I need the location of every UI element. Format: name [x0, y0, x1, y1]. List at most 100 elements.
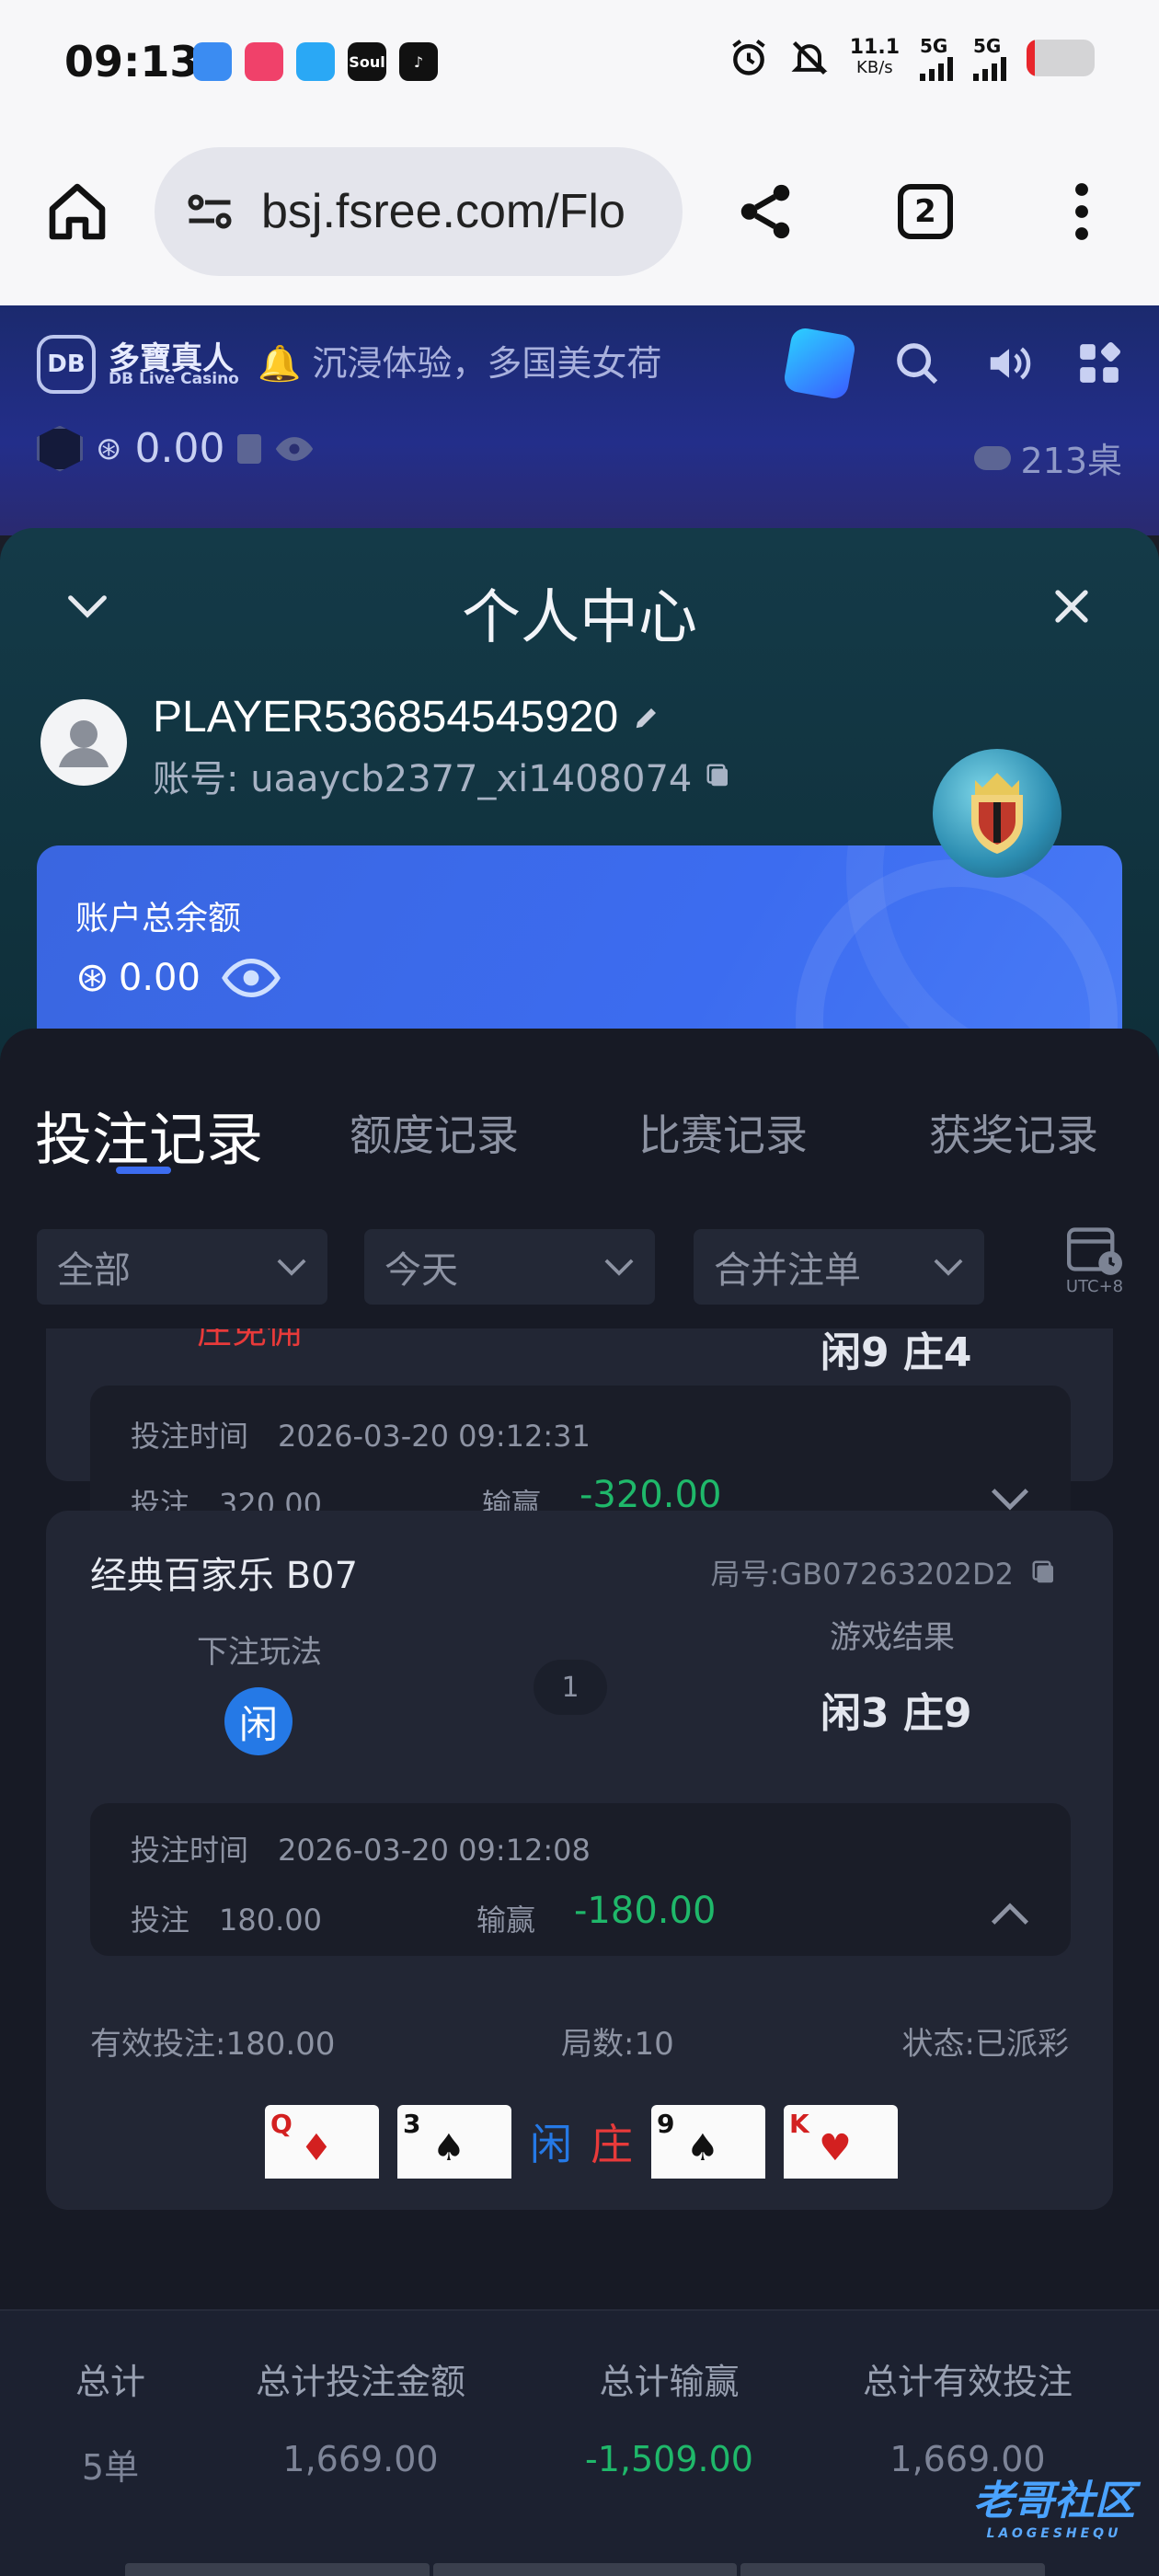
record-tabs: 投注记录 额度记录 比赛记录 获奖记录	[0, 1102, 1159, 1185]
browser-toolbar: bsj.fsree.com/Flo 2	[0, 129, 1159, 305]
playing-card: 3 ♠	[397, 2105, 511, 2179]
active-tab-indicator	[116, 1167, 171, 1174]
merge-filter[interactable]: 合并注单	[694, 1229, 984, 1305]
app-1-icon	[193, 42, 232, 81]
chip-icon: ⊛	[96, 430, 122, 467]
edit-icon[interactable]	[633, 704, 660, 731]
tab-credit-records[interactable]: 额度记录	[350, 1102, 519, 1163]
total-bet-amount: 总计投注金额 1,669.00	[256, 2362, 466, 2479]
brand-logo: DB	[37, 335, 96, 394]
grid-menu-icon[interactable]	[1076, 340, 1122, 386]
user-badge-icon[interactable]	[37, 425, 83, 472]
sheet-title: 个人中心	[462, 584, 697, 652]
sound-icon[interactable]	[982, 339, 1036, 388]
close-button[interactable]	[1039, 574, 1104, 638]
url-text: bsj.fsree.com/Flo	[261, 185, 625, 238]
bet-record-card: 经典百家乐 B07 局号:GB07263202D2 下注玩法 闲 1 游戏结果 …	[46, 1511, 1113, 2210]
chevron-down-icon	[604, 1259, 634, 1276]
chip-icon: ⊛	[75, 954, 109, 1001]
bet-record-card: 庄免佣 闲9 庄4 投注时间 2026-03-20 09:12:31 投注 320.…	[46, 1328, 1113, 1538]
valid-bet: 有效投注:180.00	[90, 2026, 336, 2063]
settle-status: 状态:已派彩	[901, 2026, 1069, 2063]
bet-time-label: 投注时间	[131, 1419, 249, 1454]
card-suit: ♦	[300, 2127, 333, 2169]
game-result: 闲9 庄4	[820, 1329, 972, 1376]
more-menu-icon[interactable]	[1045, 175, 1119, 248]
share-icon[interactable]	[729, 175, 802, 248]
header-balance-value: 0.00	[134, 425, 225, 472]
bet-time: 2026-03-20 09:12:31	[278, 1419, 591, 1454]
status-bar: 09:13 Soul ♪ 11.1 KB/s 5G 5G	[0, 0, 1159, 129]
app-3-icon	[296, 42, 335, 81]
tab-prize-records[interactable]: 获奖记录	[929, 1102, 1098, 1163]
total-count: 总计 5单	[75, 2362, 146, 2488]
playing-card: 9 ♠	[651, 2105, 765, 2179]
live-icon[interactable]	[782, 326, 857, 401]
search-icon[interactable]	[892, 339, 942, 388]
clock: 09:13	[64, 37, 200, 86]
filter-bar: 全部 今天 合并注单 UTC+8	[37, 1227, 1131, 1305]
tab-switcher-button[interactable]: 2	[889, 175, 962, 248]
site-settings-icon[interactable]	[182, 184, 237, 239]
address-bar[interactable]: bsj.fsree.com/Flo	[155, 147, 683, 276]
chevron-down-icon	[934, 1259, 963, 1276]
timezone-calendar-button[interactable]: UTC+8	[1058, 1222, 1131, 1310]
marquee-text: 沉浸体验，多国美女荷	[312, 343, 662, 384]
tab-match-records[interactable]: 比赛记录	[638, 1102, 808, 1163]
battery-icon	[1027, 40, 1095, 76]
status-indicators: 11.1 KB/s 5G 5G	[729, 35, 1095, 81]
signal-1: 5G	[920, 35, 953, 81]
chevron-down-icon	[277, 1259, 306, 1276]
bet-side-chip: 闲	[224, 1687, 293, 1755]
totals-footer: 总计 5单 总计投注金额 1,669.00 总计输赢 -1,509.00 总计有…	[0, 2309, 1159, 2576]
winloss-label: 输赢	[476, 1903, 536, 1938]
site-header: DB 多寶真人 DB Live Casino 🔔 沉浸体验，多国美女荷 ⊛ 0.…	[0, 305, 1159, 535]
vip-badge-icon[interactable]	[933, 749, 1061, 878]
mute-bell-icon	[791, 40, 828, 75]
date-filter[interactable]: 今天	[364, 1229, 655, 1305]
records-icon[interactable]	[237, 433, 262, 464]
announcement-marquee: 🔔 沉浸体验，多国美女荷	[258, 335, 661, 385]
eye-icon[interactable]	[274, 435, 315, 463]
copy-icon[interactable]	[1030, 1558, 1058, 1586]
signal-bars-icon	[920, 57, 953, 81]
header-balance: ⊛ 0.00	[37, 425, 315, 472]
tab-count: 2	[898, 184, 953, 239]
header-actions	[782, 326, 1122, 401]
card-suit: ♥	[819, 2127, 852, 2169]
gamepad-icon	[974, 445, 1012, 470]
result-label: 游戏结果	[830, 1619, 955, 1656]
bet-count: 1	[534, 1660, 607, 1715]
bet-record-list[interactable]: 庄免佣 闲9 庄4 投注时间 2026-03-20 09:12:31 投注 320.…	[0, 1328, 1159, 2294]
card-suit: ♠	[686, 2127, 719, 2169]
copy-icon[interactable]	[705, 762, 732, 789]
bet-time-label: 投注时间	[131, 1833, 249, 1868]
account-id: 账号: uaaycb2377_xi1408074	[153, 749, 732, 802]
eye-icon[interactable]	[221, 958, 281, 997]
home-icon[interactable]	[40, 175, 114, 248]
signal-bars-icon	[973, 57, 1006, 81]
total-valid-bet: 总计有效投注 1,669.00	[863, 2362, 1073, 2479]
calendar-clock-icon	[1067, 1227, 1122, 1275]
avatar[interactable]	[40, 699, 127, 786]
balance-value-row: ⊛ 0.00	[75, 954, 281, 1001]
total-winloss: 总计输赢 -1,509.00	[585, 2362, 753, 2479]
game-result: 闲3 庄9	[820, 1690, 972, 1737]
player-side-label: 闲	[530, 2120, 572, 2169]
balance-value: 0.00	[118, 956, 201, 999]
net-speed: 11.1 KB/s	[849, 36, 900, 78]
card-rank: Q	[270, 2109, 293, 2139]
chevron-down-icon[interactable]	[990, 1485, 1030, 1512]
round-id: 局号:GB07263202D2	[711, 1551, 1058, 1593]
tab-bet-records[interactable]: 投注记录	[35, 1093, 263, 1176]
soul-app-icon: Soul	[348, 42, 386, 81]
chevron-up-icon[interactable]	[990, 1901, 1030, 1928]
card-suit: ♠	[432, 2127, 465, 2169]
watermark-logo: 老哥社区 LAOGESHEQU	[973, 2478, 1135, 2541]
dealt-cards: Q ♦ 3 ♠ 闲 庄 9 ♠ K ♥	[265, 2105, 898, 2179]
card-rank: K	[789, 2109, 809, 2139]
gesture-bar	[125, 2563, 1046, 2576]
type-filter[interactable]: 全部	[37, 1229, 327, 1305]
playing-card: K ♥	[784, 2105, 898, 2179]
bet-side-label: 庄免佣	[197, 1328, 303, 1351]
